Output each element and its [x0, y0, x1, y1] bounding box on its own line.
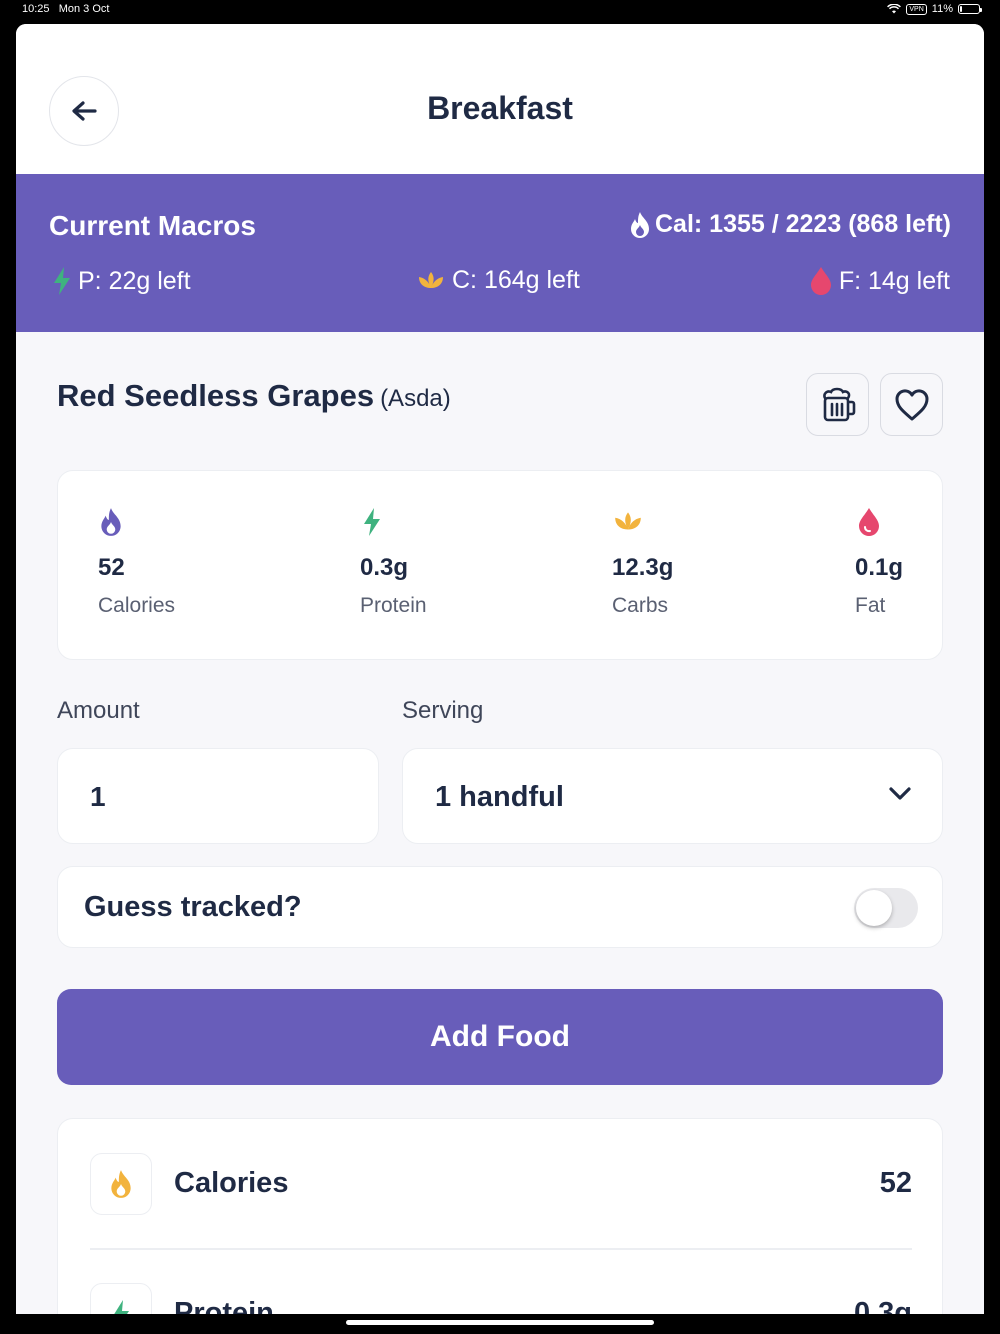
lotus-icon: [419, 271, 443, 288]
lightning-icon: [364, 508, 380, 536]
serving-select[interactable]: 1 handful: [402, 748, 943, 844]
home-indicator[interactable]: [346, 1320, 654, 1325]
battery-percent: 11%: [931, 3, 953, 15]
nutrition-value: 0.1g: [855, 554, 904, 581]
drop-icon: [810, 267, 831, 295]
food-sheet: Breakfast Current Macros Cal: 1355 / 222…: [16, 24, 984, 1314]
toggle-knob: [856, 890, 892, 926]
detail-row-calories: Calories 52: [58, 1153, 944, 1253]
macros-carbs: C: 164g left: [416, 266, 580, 295]
detail-row-protein: Protein 0.3g: [58, 1283, 944, 1314]
nutrition-value: 0.3g: [360, 554, 409, 581]
amount-label: Amount: [57, 697, 140, 724]
nutrition-label: Fat: [855, 594, 886, 617]
guess-tracked-label: Guess tracked?: [84, 891, 302, 923]
lightning-icon: [54, 267, 70, 295]
macros-fat: F: 14g left: [809, 266, 950, 296]
current-macros-banner: Current Macros Cal: 1355 / 2223 (868 lef…: [16, 174, 984, 332]
flame-icon: [631, 211, 649, 238]
drink-button[interactable]: [806, 373, 869, 436]
serving-label: Serving: [402, 697, 484, 724]
detail-name: Protein: [174, 1297, 274, 1314]
nutrition-calories: 52 Calories: [98, 507, 175, 618]
nutrition-summary-card: 52 Calories 0.3g Protein 12.3g Carbs 0.1…: [57, 470, 943, 660]
nutrition-label: Protein: [360, 594, 427, 617]
add-food-button[interactable]: Add Food: [57, 989, 943, 1085]
lotus-icon: [615, 512, 641, 530]
beer-mug-icon: [822, 387, 855, 421]
nutrition-protein: 0.3g Protein: [360, 507, 427, 618]
nutrition-fat: 0.1g Fat: [855, 507, 903, 618]
serving-value: 1 handful: [435, 781, 564, 813]
lightning-icon: [114, 1300, 129, 1314]
food-title: Red Seedless Grapes (Asda): [57, 378, 451, 414]
vpn-badge: VPN: [906, 3, 927, 15]
chevron-down-icon: [889, 787, 911, 800]
nutrition-label: Calories: [98, 594, 176, 617]
nutrition-value: 52: [98, 554, 125, 581]
status-time: 10:25 Mon 3 Oct: [22, 3, 110, 15]
flame-icon: [101, 508, 121, 536]
macros-protein: P: 22g left: [52, 266, 191, 296]
battery-icon: [958, 4, 982, 14]
amount-value: 1: [90, 781, 106, 812]
nutrition-label: Carbs: [612, 594, 669, 617]
macros-calories: Cal: 1355 / 2223 (868 left): [629, 210, 951, 239]
nutrition-carbs: 12.3g Carbs: [612, 507, 673, 618]
detail-value: 52: [879, 1167, 912, 1199]
detail-name: Calories: [174, 1167, 289, 1199]
guess-tracked-row: Guess tracked?: [57, 866, 943, 948]
divider: [90, 1248, 912, 1250]
favorite-button[interactable]: [880, 373, 943, 436]
nutrition-detail-card: Calories 52 Protein 0.3g: [57, 1118, 943, 1314]
page-title: Breakfast: [427, 90, 573, 126]
status-right: VPN 11%: [887, 3, 982, 15]
macros-title: Current Macros: [49, 210, 256, 241]
detail-value: 0.3g: [853, 1297, 912, 1314]
status-bar: 10:25 Mon 3 Oct VPN 11%: [0, 0, 1000, 24]
wifi-icon: [887, 4, 902, 14]
nutrition-value: 12.3g: [612, 554, 674, 581]
food-brand: (Asda): [380, 385, 451, 412]
flame-icon: [111, 1170, 131, 1198]
header: Breakfast: [16, 24, 984, 174]
guess-tracked-toggle[interactable]: [854, 888, 918, 928]
amount-input[interactable]: 1: [57, 748, 379, 844]
heart-icon: [894, 388, 929, 420]
drop-icon: [859, 508, 879, 536]
food-name: Red Seedless Grapes: [57, 378, 375, 413]
detail-icon-box: [90, 1153, 152, 1215]
detail-icon-box: [90, 1283, 152, 1314]
